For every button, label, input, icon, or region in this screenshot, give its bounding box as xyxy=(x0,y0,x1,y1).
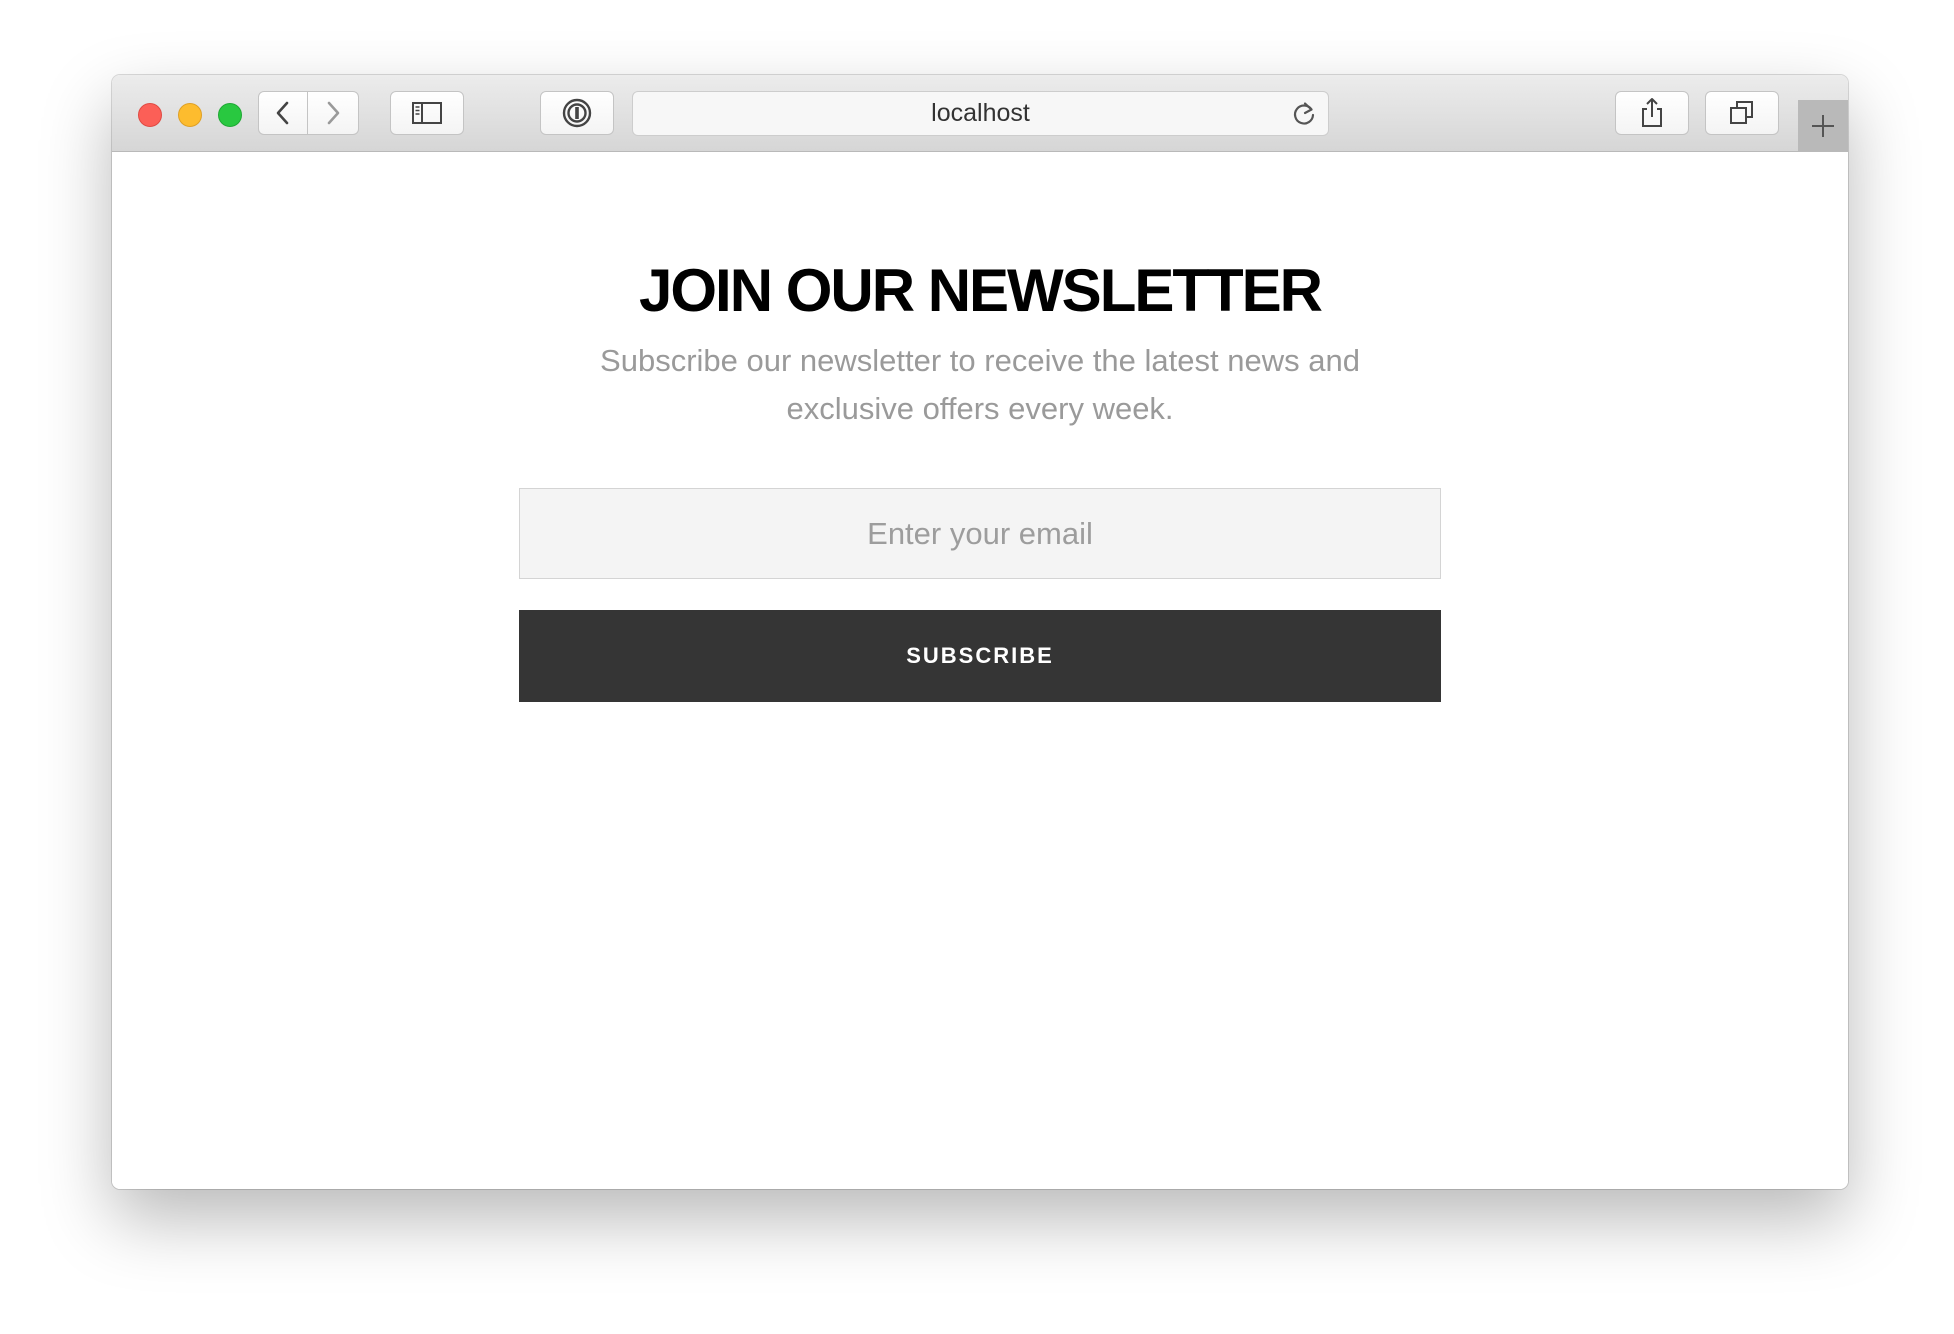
email-input[interactable] xyxy=(519,488,1441,579)
reload-icon xyxy=(1293,102,1315,125)
password-manager-button[interactable] xyxy=(540,91,614,135)
address-bar[interactable]: localhost xyxy=(632,91,1329,136)
chevron-right-icon xyxy=(327,101,340,125)
plus-icon xyxy=(1812,115,1834,137)
close-window-button[interactable] xyxy=(138,103,162,127)
back-button[interactable] xyxy=(258,91,308,135)
forward-button[interactable] xyxy=(308,91,359,135)
browser-toolbar: localhost xyxy=(112,75,1848,152)
tabs-overview-icon xyxy=(1730,101,1753,124)
newsletter-subtitle: Subscribe our newsletter to receive the … xyxy=(600,343,1360,426)
minimize-window-button[interactable] xyxy=(178,103,202,127)
browser-window: localhost JOIN OUR NEWSLETTER Subscribe … xyxy=(112,75,1848,1189)
tabs-overview-button[interactable] xyxy=(1705,91,1779,135)
sidebar-icon xyxy=(412,102,442,124)
address-text: localhost xyxy=(931,99,1030,127)
subscribe-button[interactable]: SUBSCRIBE xyxy=(519,610,1441,702)
share-icon xyxy=(1642,98,1662,127)
reload-button[interactable] xyxy=(1290,100,1318,133)
chevron-left-icon xyxy=(276,101,289,125)
zoom-window-button[interactable] xyxy=(218,103,242,127)
page-content: JOIN OUR NEWSLETTER Subscribe our newsle… xyxy=(112,152,1848,1189)
share-button[interactable] xyxy=(1615,91,1689,135)
password-manager-icon xyxy=(562,98,592,128)
sidebar-button[interactable] xyxy=(390,91,464,135)
new-tab-button[interactable] xyxy=(1798,100,1848,152)
newsletter-title: JOIN OUR NEWSLETTER xyxy=(638,257,1323,324)
